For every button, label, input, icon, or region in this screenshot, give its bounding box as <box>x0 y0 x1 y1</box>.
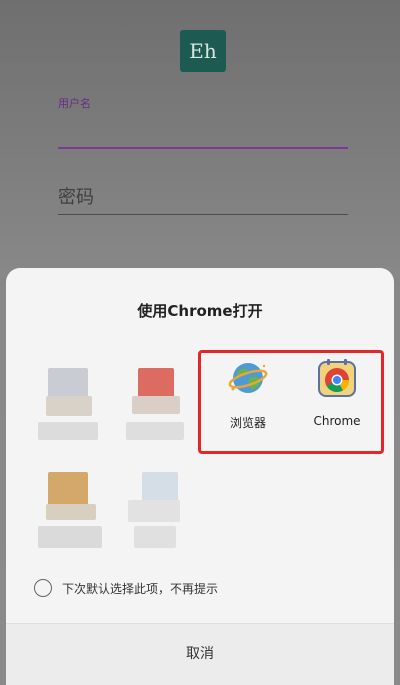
blurred-app-tile[interactable] <box>118 464 194 554</box>
remember-choice-radio[interactable] <box>34 579 52 597</box>
highlight-annotation-box <box>198 350 384 454</box>
remember-choice-row[interactable]: 下次默认选择此项，不再提示 <box>34 578 218 598</box>
open-with-sheet: 使用Chrome打开 浏览器 Chrome 下次默认选择此项，不再提示 取消 <box>6 268 394 685</box>
password-field[interactable] <box>58 180 348 215</box>
blurred-app-tile[interactable] <box>38 464 114 554</box>
blurred-app-tile[interactable] <box>38 358 114 448</box>
cancel-button[interactable]: 取消 <box>6 624 394 685</box>
username-label: 用户名 <box>58 97 91 110</box>
app-logo: Eh <box>180 30 226 72</box>
sheet-title: 使用Chrome打开 <box>137 302 263 320</box>
username-field-underline[interactable] <box>58 147 348 149</box>
blurred-app-tile[interactable] <box>118 358 194 448</box>
remember-choice-label: 下次默认选择此项，不再提示 <box>62 581 219 596</box>
app-logo-text: Eh <box>189 39 217 63</box>
